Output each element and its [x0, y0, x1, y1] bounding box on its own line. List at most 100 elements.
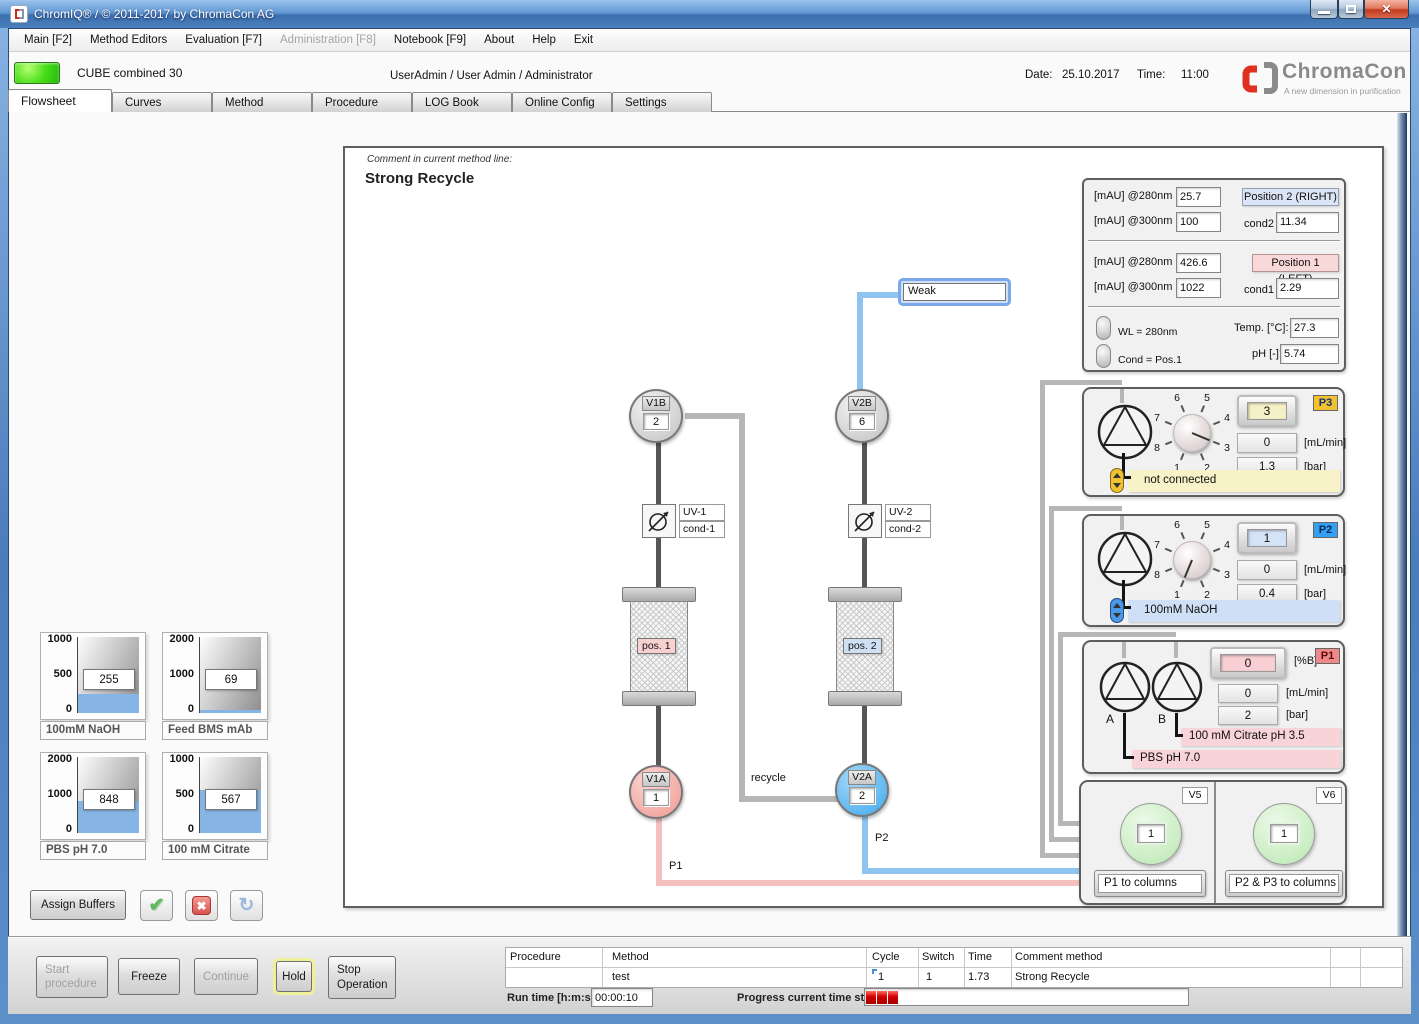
progress-segment: [888, 991, 898, 1004]
procedure-status-table: Procedure Method Cycle Switch Time Comme…: [505, 947, 1403, 988]
close-button[interactable]: ✕: [1364, 0, 1409, 19]
user-info: UserAdmin / User Admin / Administrator: [390, 70, 593, 82]
refresh-button[interactable]: ↻: [230, 890, 263, 921]
p2-buffer-strip: 100mM NaOH: [1128, 600, 1340, 622]
runtime-value: 00:00:10: [591, 988, 653, 1007]
gauge-pbs: 200010000 848: [40, 752, 146, 840]
flowsheet-canvas: Comment in current method line: Strong R…: [343, 146, 1384, 908]
confirm-button[interactable]: ✔: [140, 890, 173, 921]
window-edge-shade: [1397, 113, 1407, 936]
column1-bottom-cap: [622, 691, 696, 706]
cond1-value: 2.29: [1276, 278, 1339, 299]
valve-v1a[interactable]: V1A 1: [629, 765, 683, 819]
p1a-inlet-stub: [1122, 642, 1126, 658]
chromacon-logo-icon: [1240, 58, 1280, 100]
cancel-button[interactable]: ✖: [185, 890, 218, 921]
menu-about[interactable]: About: [475, 31, 523, 49]
p2-buffer-toggle[interactable]: [1110, 598, 1124, 623]
mau300-right-value: 100: [1176, 212, 1221, 232]
gauge-citrate: 10005000 567: [162, 752, 268, 840]
panel-separator: [1088, 306, 1340, 308]
freeze-button[interactable]: Freeze: [118, 958, 180, 995]
mau280-right-label: [mAU] @280nm: [1094, 190, 1172, 202]
v6-route-button[interactable]: P2 & P3 to columns: [1225, 870, 1343, 897]
p3-flow-value: 0: [1237, 433, 1297, 453]
menu-exit[interactable]: Exit: [565, 31, 602, 49]
mau300-right-label: [mAU] @300nm: [1094, 215, 1172, 227]
p2-position-display: 1: [1237, 522, 1297, 554]
mau280-right-value: 25.7: [1176, 187, 1221, 207]
hold-button[interactable]: Hold: [276, 961, 312, 992]
cell-cycle: 1: [878, 971, 884, 983]
ph-label: pH [-]:: [1252, 348, 1282, 360]
valve-v2a[interactable]: V2A 2: [835, 763, 889, 817]
date-value: 25.10.2017: [1062, 69, 1120, 81]
device-name: CUBE combined 30: [77, 66, 182, 80]
tab-online-config[interactable]: Online Config: [512, 92, 612, 112]
tab-log-book[interactable]: LOG Book: [412, 92, 512, 112]
menu-help[interactable]: Help: [523, 31, 565, 49]
time-value: 11:00: [1181, 69, 1209, 81]
column2-top-cap: [828, 587, 902, 602]
cell-method: test: [612, 971, 630, 983]
pipe-weak-horizontal: [857, 292, 903, 298]
detector-panel: [mAU] @280nm 25.7 Position 2 (RIGHT) [mA…: [1082, 178, 1346, 372]
valve-v2b[interactable]: V2B 6: [835, 389, 889, 443]
column1-position-label: pos. 1: [637, 638, 676, 654]
tab-curves[interactable]: Curves: [112, 92, 212, 112]
pump-p2-panel: 12 34 56 78 1 P2 0 [mL/min] 0.4 [bar] 10…: [1082, 514, 1345, 627]
menu-method-editors[interactable]: Method Editors: [81, 31, 176, 49]
menu-main[interactable]: Main [F2]: [15, 31, 81, 49]
continue-button: Continue: [194, 958, 258, 995]
pipe-recycle-top: [685, 413, 745, 419]
position2-badge[interactable]: Position 2 (RIGHT): [1242, 188, 1339, 206]
stop-operation-button[interactable]: Stop Operation: [328, 956, 396, 999]
weak-outlet-label: Weak: [903, 283, 1006, 301]
progress-segment: [866, 991, 876, 1004]
p2-position-dial[interactable]: 12 34 56 78: [1148, 516, 1236, 604]
p3-buffer-toggle[interactable]: [1110, 468, 1124, 493]
position1-badge[interactable]: Position 1 (LEFT): [1252, 254, 1339, 272]
weak-outlet-box[interactable]: Weak: [898, 278, 1011, 306]
tab-procedure[interactable]: Procedure: [312, 92, 412, 112]
pump-b-icon: [1148, 658, 1206, 716]
wavelength-toggle[interactable]: [1096, 316, 1111, 340]
temp-value: 27.3: [1290, 318, 1339, 338]
valve-v1b-label: V1B: [642, 396, 670, 411]
pipe-p2-vertical: [862, 814, 868, 874]
cond2-field-label: cond2: [1244, 218, 1274, 230]
uv2-detector-icon: [848, 504, 882, 538]
pipe-p2-supply-vertical: [1049, 506, 1054, 842]
cond1-field-label: cond1: [1244, 284, 1274, 296]
menu-administration: Administration [F8]: [271, 31, 385, 49]
chromiq-window: ChromIQ® / © 2011-2017 by ChromaCon AG ✕…: [0, 0, 1419, 1024]
p1-gradient-display: 0: [1210, 647, 1286, 679]
v5-route-button[interactable]: P1 to columns: [1094, 870, 1206, 897]
menu-evaluation[interactable]: Evaluation [F7]: [176, 31, 271, 49]
p3-position-dial[interactable]: 12 34 56 78: [1148, 389, 1236, 477]
p2-flow-unit: [mL/min]: [1304, 564, 1346, 576]
valve-v1b[interactable]: V1B 2: [629, 389, 683, 443]
gauge-naoh-label: 100mM NaOH: [40, 721, 146, 740]
mau280-left-label: [mAU] @280nm: [1094, 256, 1172, 268]
cond-source-toggle[interactable]: [1096, 344, 1111, 368]
p1-pressure-unit: [bar]: [1286, 709, 1308, 721]
pump-a-label: A: [1106, 712, 1114, 726]
minimize-button[interactable]: [1310, 0, 1338, 19]
valve-v5-position: 1: [1137, 824, 1165, 843]
pipe-p2-supply-bottom: [1049, 837, 1082, 842]
col-switch: Switch: [922, 951, 954, 963]
valve-v1a-label: V1A: [642, 772, 670, 787]
assign-buffers-button[interactable]: Assign Buffers: [30, 890, 126, 920]
cell-switch: 1: [926, 971, 932, 983]
maximize-button[interactable]: [1338, 0, 1364, 19]
chromacon-logo: ChromaCon A new dimension in purificatio…: [1240, 58, 1408, 106]
p1a-outlet-line: [1123, 713, 1126, 759]
tab-settings[interactable]: Settings: [612, 92, 712, 112]
menu-notebook[interactable]: Notebook [F9]: [385, 31, 475, 49]
tab-method[interactable]: Method: [212, 92, 312, 112]
mau300-left-label: [mAU] @300nm: [1094, 281, 1172, 293]
tab-flowsheet[interactable]: Flowsheet: [8, 89, 112, 112]
cell-time: 1.73: [968, 971, 989, 983]
column1-top-cap: [622, 587, 696, 602]
